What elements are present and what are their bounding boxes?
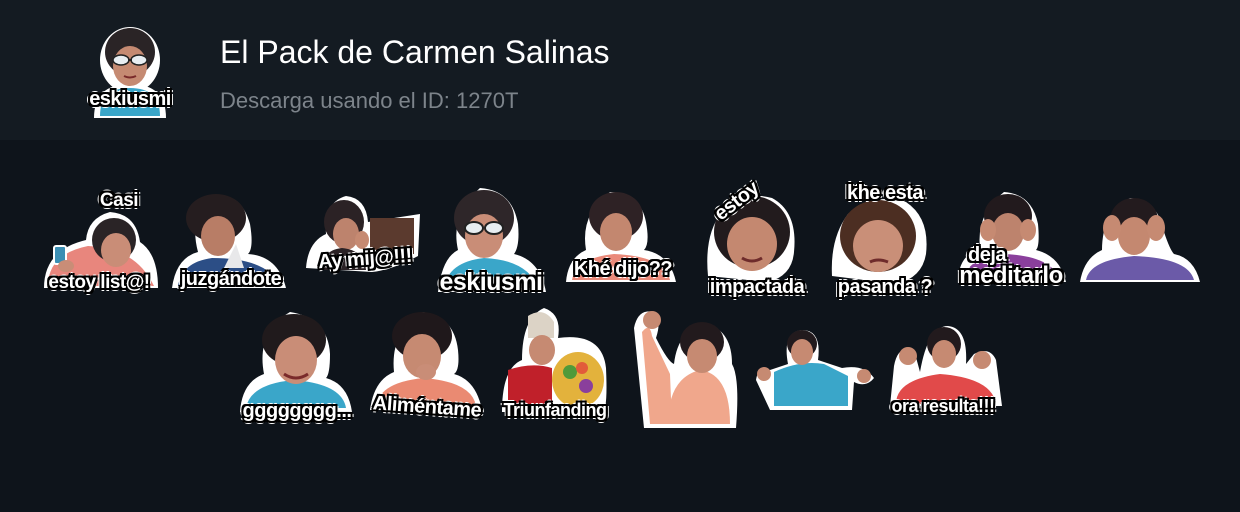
sticker-ora-resulta[interactable]: ora resulta!!!: [880, 324, 1006, 448]
sticker-grid: Casi estoy list@! juzgándote Ay mij@!!!: [0, 140, 1240, 512]
sticker-triunfanding[interactable]: Triunfanding: [492, 308, 618, 432]
sticker-ay-mija[interactable]: Ay mij@!!!: [302, 192, 428, 316]
pack-thumbnail-caption: eskiusmi: [89, 88, 172, 111]
pack-header: eskiusmi El Pack de Carmen Salinas Desca…: [0, 0, 1240, 140]
sticker-casi-estoy-lista[interactable]: Casi estoy list@!: [36, 188, 162, 312]
sticker-gggggggg[interactable]: gggggggg...: [234, 308, 360, 432]
sticker-caption-bottom: impactada: [709, 276, 805, 299]
sticker-shrug[interactable]: [752, 326, 878, 450]
sticker-estoy-impactada[interactable]: estoy impactada: [694, 177, 820, 304]
sticker-caption-top: Casi: [99, 190, 139, 212]
sticker-alimentame[interactable]: Aliméntame: [364, 306, 490, 430]
sticker-caption-top: khe esta: [846, 182, 924, 205]
sticker-caption-bottom: ora resulta!!!: [891, 396, 996, 417]
pack-download-id: Descarga usando el ID: 1270T: [220, 88, 519, 113]
pack-title: El Pack de Carmen Salinas: [220, 34, 610, 70]
sticker-caption-bottom: meditarlo: [959, 262, 1064, 290]
sticker-caption-bottom: gggggggg...: [242, 400, 352, 423]
sticker-caption-bottom: eskiusmi: [439, 268, 544, 297]
sticker-caption-bottom: pasanda ?: [837, 276, 933, 299]
sticker-caption-bottom: juzgándote: [180, 268, 282, 291]
sticker-caption-bottom: estoy list@!: [48, 272, 151, 294]
sticker-khe-esta-pasanda[interactable]: khe esta pasanda ?: [822, 178, 948, 302]
sticker-caption-bottom: Triunfanding: [503, 400, 607, 421]
sticker-hands-on-head[interactable]: [1078, 192, 1204, 316]
pack-thumbnail-icon: eskiusmi: [80, 22, 180, 118]
sticker-eskiusmi[interactable]: eskiusmi: [428, 184, 554, 308]
sticker-deja-meditarlo[interactable]: deja meditarlo: [948, 186, 1074, 310]
sticker-juzgandote[interactable]: juzgándote: [168, 184, 294, 308]
sticker-fist-raised[interactable]: [628, 308, 754, 432]
